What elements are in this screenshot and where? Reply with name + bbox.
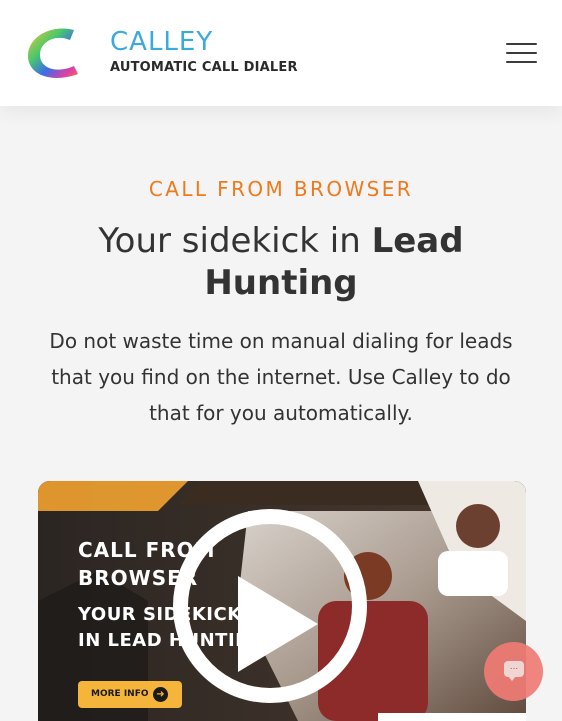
more-info-label: MORE INFO: [91, 689, 149, 699]
page-headline: Your sidekick in Lead Hunting: [40, 220, 522, 304]
menu-bar: [506, 61, 537, 63]
calley-c-logo-icon: [28, 28, 78, 78]
section-eyebrow: CALL FROM BROWSER: [148, 177, 414, 201]
video-thumbnail[interactable]: CALL FROM BROWSER YOUR SIDEKICK IN LEAD …: [38, 481, 526, 721]
arrow-right-icon: ➜: [153, 687, 168, 702]
site-header: CALLEY AUTOMATIC CALL DIALER: [0, 0, 562, 106]
logo-title: CALLEY: [110, 27, 214, 57]
hero-description: Do not waste time on manual dialing for …: [49, 329, 513, 425]
chat-bubble-icon: ...: [504, 661, 524, 677]
logo-subtitle: AUTOMATIC CALL DIALER: [110, 60, 298, 75]
more-info-button[interactable]: MORE INFO ➜: [78, 681, 182, 708]
menu-bar: [506, 52, 537, 54]
hamburger-menu-icon[interactable]: [506, 40, 538, 66]
menu-bar: [506, 43, 537, 45]
play-icon: [238, 576, 318, 672]
chat-button[interactable]: ...: [484, 642, 543, 701]
chat-bubble-tail: [508, 676, 516, 681]
headline-light: Your sidekick in: [98, 221, 372, 261]
